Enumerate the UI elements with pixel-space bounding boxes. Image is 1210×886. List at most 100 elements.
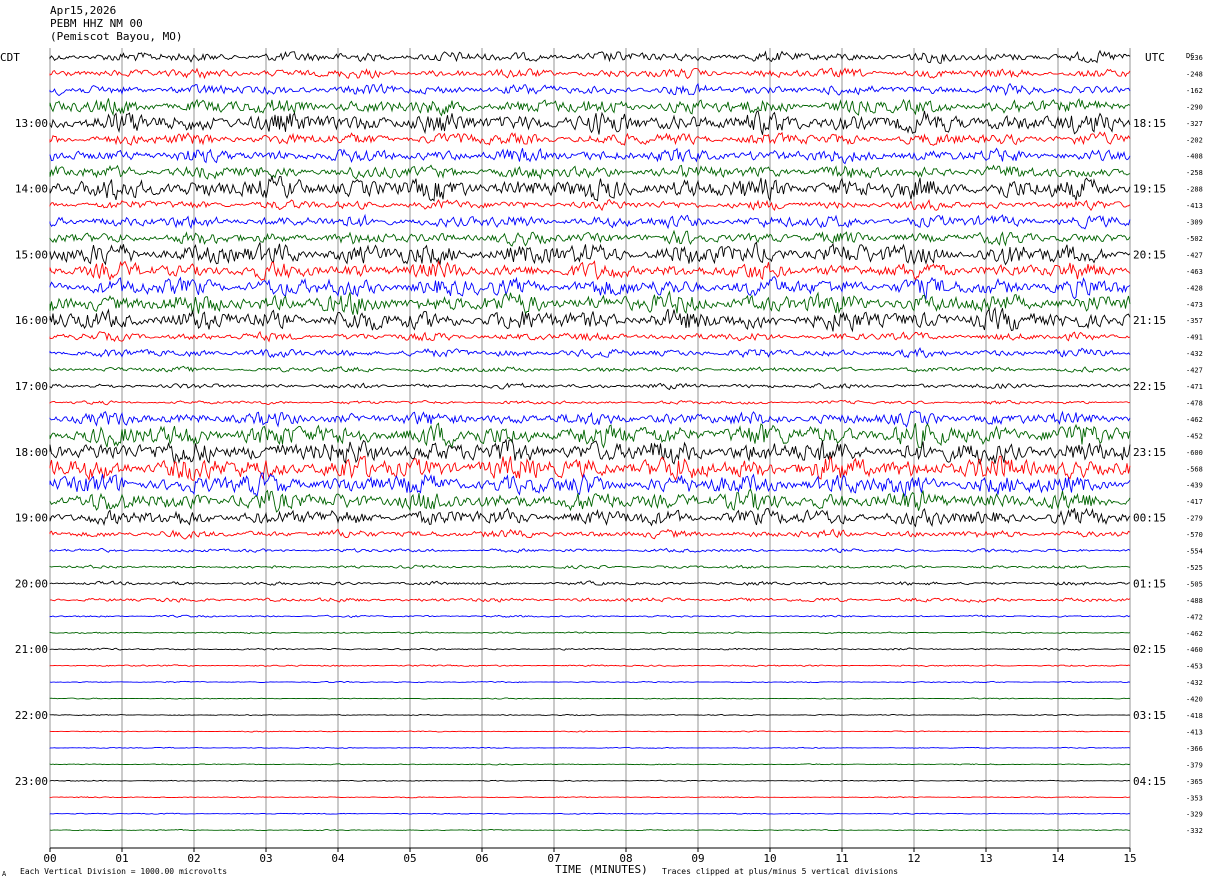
left-hour-label: 16:00 [15, 314, 48, 327]
x-tick-label: 04 [331, 852, 345, 865]
right-hour-label: 18:15 [1133, 117, 1166, 130]
right-hour-label: 22:15 [1133, 380, 1166, 393]
trace-line-2 [49, 82, 1131, 97]
trace-line-15 [49, 290, 1131, 315]
dc-offset-label: -279 [1186, 515, 1203, 523]
dc-offset-label: -600 [1186, 449, 1203, 457]
dc-offset-label: -473 [1186, 301, 1203, 309]
dc-offset-label: -420 [1186, 696, 1203, 704]
left-hour-label: 17:00 [15, 380, 48, 393]
dc-offset-label: -366 [1186, 745, 1203, 753]
x-tick-label: 11 [835, 852, 848, 865]
x-tick-label: 06 [475, 852, 488, 865]
dc-offset-label: -290 [1186, 103, 1203, 111]
dc-offset-label: -258 [1186, 169, 1203, 177]
dc-offset-label: -502 [1186, 235, 1203, 243]
right-hour-label: 20:15 [1133, 248, 1166, 261]
left-hour-label: 14:00 [15, 183, 48, 196]
dc-offset-label: -332 [1186, 827, 1203, 835]
dc-offset-label: -452 [1186, 432, 1203, 440]
trace-line-30 [49, 547, 1131, 554]
dc-offset-label: -408 [1186, 153, 1203, 161]
right-hour-label: 00:15 [1133, 512, 1166, 525]
right-hour-label: 21:15 [1133, 314, 1166, 327]
x-axis-title: TIME (MINUTES) [555, 863, 648, 876]
left-timezone-label: CDT [0, 51, 20, 64]
dc-offset-label: -432 [1186, 350, 1203, 358]
trace-line-24 [49, 438, 1131, 466]
trace-line-41 [49, 730, 1131, 733]
left-hour-label: 20:00 [15, 577, 48, 590]
trace-line-29 [49, 528, 1131, 540]
trace-line-14 [49, 276, 1131, 301]
dc-offset-label: -463 [1186, 268, 1203, 276]
x-tick-label: 02 [187, 852, 200, 865]
trace-line-6 [49, 147, 1131, 165]
trace-line-38 [49, 680, 1131, 684]
dc-offset-label: -554 [1186, 548, 1203, 556]
trace-line-0 [49, 49, 1131, 64]
left-hour-label: 22:00 [15, 709, 48, 722]
dc-offset-label: -472 [1186, 613, 1203, 621]
dc-offset-label: -357 [1186, 317, 1203, 325]
trace-line-33 [50, 597, 1131, 603]
dc-offset-label: -309 [1186, 219, 1203, 227]
x-tick-label: 10 [763, 852, 776, 865]
right-hour-label: 03:15 [1133, 709, 1166, 722]
trace-line-19 [49, 365, 1131, 373]
dc-offset-label: -453 [1186, 663, 1203, 671]
dc-offset-label: -418 [1186, 712, 1203, 720]
trace-line-4 [49, 109, 1131, 135]
trace-line-40 [49, 714, 1131, 717]
trace-line-34 [49, 614, 1131, 619]
trace-line-16 [49, 306, 1131, 333]
corner-mark: A [2, 870, 7, 878]
x-tick-label: 03 [259, 852, 272, 865]
dc-offset-label: -491 [1186, 334, 1203, 342]
dc-offset-label: -413 [1186, 728, 1203, 736]
trace-line-27 [49, 488, 1131, 513]
trace-line-36 [49, 647, 1131, 651]
left-hour-label: 18:00 [15, 446, 48, 459]
dc-offset-label: -428 [1186, 284, 1203, 292]
dc-offset-label: -413 [1186, 202, 1203, 210]
seismic-traces [49, 49, 1131, 832]
trace-line-1 [49, 67, 1131, 80]
trace-line-7 [49, 164, 1131, 181]
dc-offset-label: -570 [1186, 531, 1203, 539]
left-hour-label: 21:00 [15, 643, 48, 656]
dc-offset-label: -488 [1186, 597, 1203, 605]
left-hour-label: 19:00 [15, 512, 48, 525]
left-hour-label: 23:00 [15, 775, 48, 788]
dc-offset-label: -505 [1186, 580, 1203, 588]
x-tick-label: 05 [403, 852, 416, 865]
trace-line-39 [49, 697, 1131, 700]
dc-offset-label: -353 [1186, 794, 1203, 802]
trace-line-20 [49, 382, 1131, 391]
trace-line-23 [49, 422, 1131, 449]
right-hour-label: 02:15 [1133, 643, 1166, 656]
trace-line-13 [49, 260, 1131, 282]
scale-note: Each Vertical Division = 1000.00 microvo… [20, 867, 228, 876]
dc-offset-label: -248 [1186, 70, 1203, 78]
trace-line-11 [49, 229, 1131, 247]
left-hour-label: 15:00 [15, 248, 48, 261]
right-hour-label: 19:15 [1133, 183, 1166, 196]
helicorder-plot: 00 01 02 03 04 05 06 07 08 09 10 11 12 13 14 15CDT UTC DC… [0, 48, 1203, 865]
dc-offset-label: -460 [1186, 646, 1203, 654]
right-hour-label: 01:15 [1133, 577, 1166, 590]
dc-offset-label: -478 [1186, 399, 1203, 407]
dc-offset-label: -236 [1186, 54, 1203, 62]
trace-line-25 [49, 455, 1131, 482]
dc-offset-label: -379 [1186, 761, 1203, 769]
trace-line-45 [49, 796, 1131, 799]
dc-offset-label: -471 [1186, 383, 1203, 391]
dc-offset-label: -427 [1186, 367, 1203, 375]
trace-line-35 [49, 631, 1131, 635]
trace-line-42 [49, 746, 1131, 749]
x-tick-label: 15 [1123, 852, 1136, 865]
dc-offset-label: -462 [1186, 416, 1203, 424]
dc-offset-label: -462 [1186, 630, 1203, 638]
dc-offset-label: -329 [1186, 811, 1203, 819]
dc-offset-label: -327 [1186, 120, 1203, 128]
